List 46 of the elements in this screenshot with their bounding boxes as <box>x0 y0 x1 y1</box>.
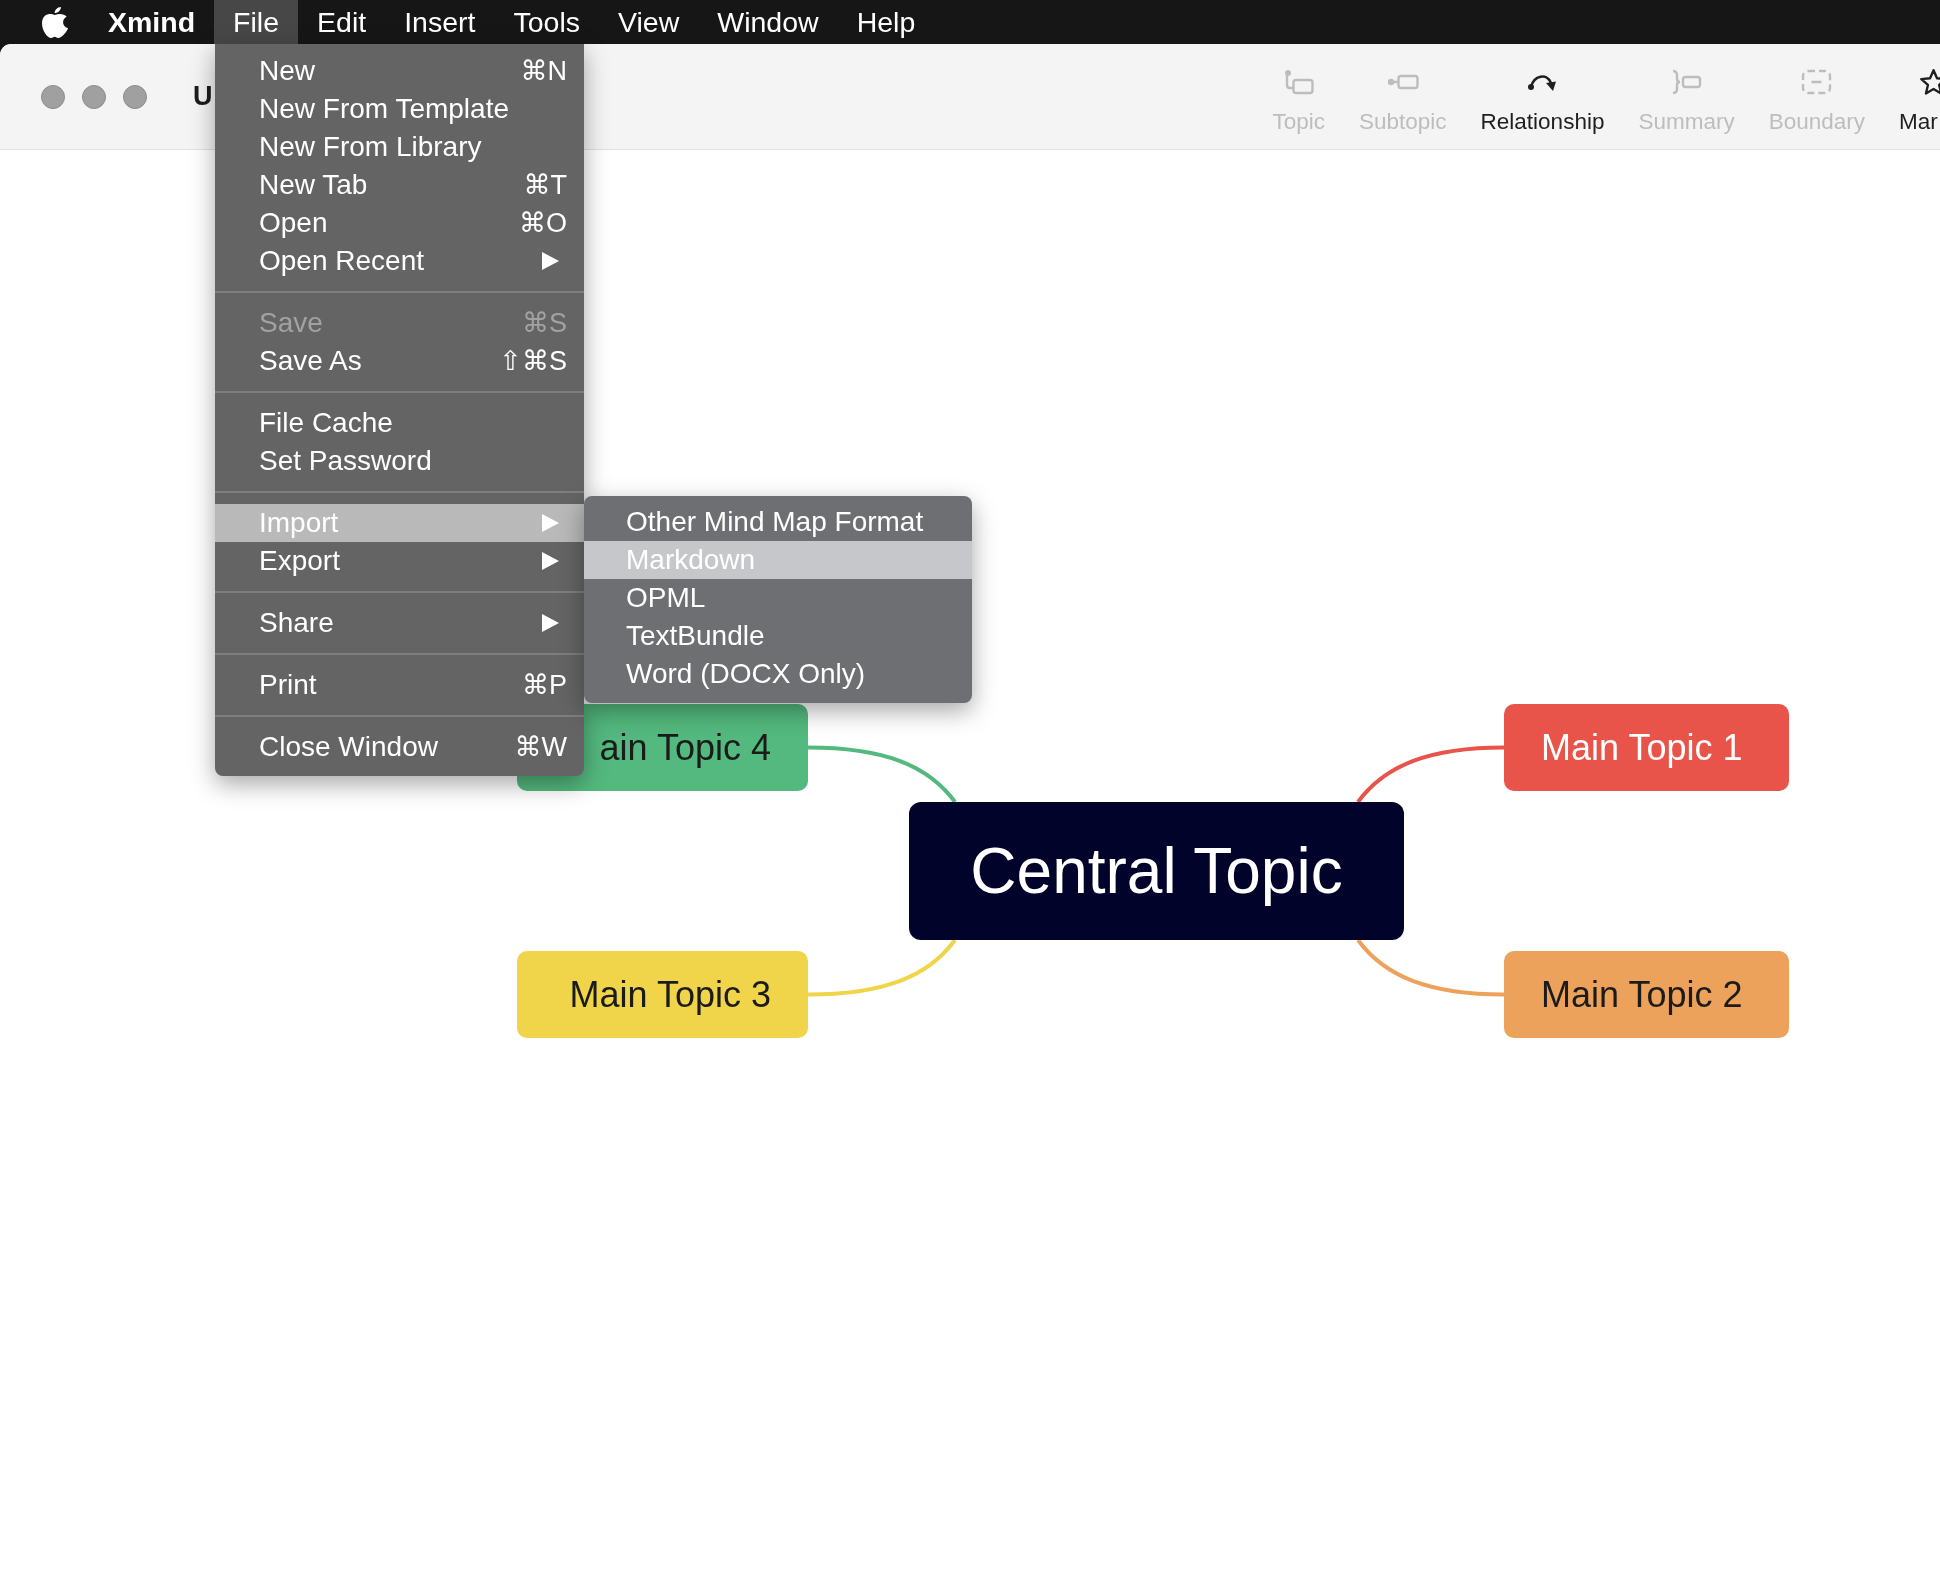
app-menu-title[interactable]: Xmind <box>89 0 215 44</box>
menu-bar-item[interactable]: View <box>599 0 699 44</box>
menu-item[interactable]: Share <box>215 604 584 642</box>
brace-box-icon <box>1671 68 1703 96</box>
toolbar-button[interactable]: Relationship <box>1480 68 1605 134</box>
window-control-button[interactable] <box>123 84 147 109</box>
window-control-button[interactable] <box>82 84 106 109</box>
menu-item[interactable]: Word (DOCX Only) <box>584 655 972 693</box>
menu-item[interactable]: New Tab ⌘T <box>215 166 584 204</box>
menu-bar-item[interactable]: Window <box>698 0 838 44</box>
menu-item[interactable]: TextBundle <box>584 617 972 655</box>
central-topic-node[interactable]: Central Topic <box>909 802 1404 940</box>
topic-node[interactable]: Main Topic 3 <box>517 951 808 1038</box>
dashed-box-icon <box>1801 68 1833 96</box>
menu-bar-item[interactable]: Tools <box>494 0 599 44</box>
shortcut-label: ⌘T <box>523 169 567 201</box>
branch-box-icon <box>1283 68 1315 96</box>
shortcut-label: ⌘P <box>522 669 567 701</box>
shortcut-label: ⌘O <box>519 207 567 239</box>
menu-item[interactable]: OPML <box>584 579 972 617</box>
shortcut-label: ⌘S <box>522 307 567 339</box>
topic-node[interactable]: Main Topic 1 <box>1504 704 1789 791</box>
menu-item[interactable]: Set Password <box>215 442 584 480</box>
window-title: U <box>193 81 213 112</box>
menu-item[interactable]: File Cache <box>215 404 584 442</box>
toolbar-button[interactable]: Mar <box>1899 68 1940 134</box>
menu-item[interactable]: Open ⌘O <box>215 204 584 242</box>
shortcut-label: ⌘W <box>514 731 567 763</box>
menu-bar-item[interactable]: Edit <box>298 0 386 44</box>
topic-node[interactable]: Main Topic 2 <box>1504 951 1789 1038</box>
menu-bar-item[interactable]: Help <box>837 0 935 44</box>
window-control-button[interactable] <box>41 84 65 109</box>
menu-item[interactable]: Open Recent <box>215 242 584 280</box>
menu-bar-item[interactable]: Insert <box>385 0 495 44</box>
menu-item[interactable]: New From Template <box>215 90 584 128</box>
menu-item[interactable]: New From Library <box>215 128 584 166</box>
menu-item[interactable]: Export <box>215 542 584 580</box>
menu-item[interactable]: New ⌘N <box>215 52 584 90</box>
apple-icon[interactable] <box>42 6 68 38</box>
shortcut-label: ⌘N <box>520 55 567 87</box>
menu-bar-item[interactable]: File <box>214 0 299 44</box>
star-icon <box>1920 68 1940 96</box>
shortcut-label: ⇧⌘S <box>499 345 567 377</box>
menu-item[interactable]: Other Mind Map Format <box>584 503 972 541</box>
menu-item[interactable]: Print ⌘P <box>215 666 584 704</box>
menu-item[interactable]: Save As ⇧⌘S <box>215 342 584 380</box>
